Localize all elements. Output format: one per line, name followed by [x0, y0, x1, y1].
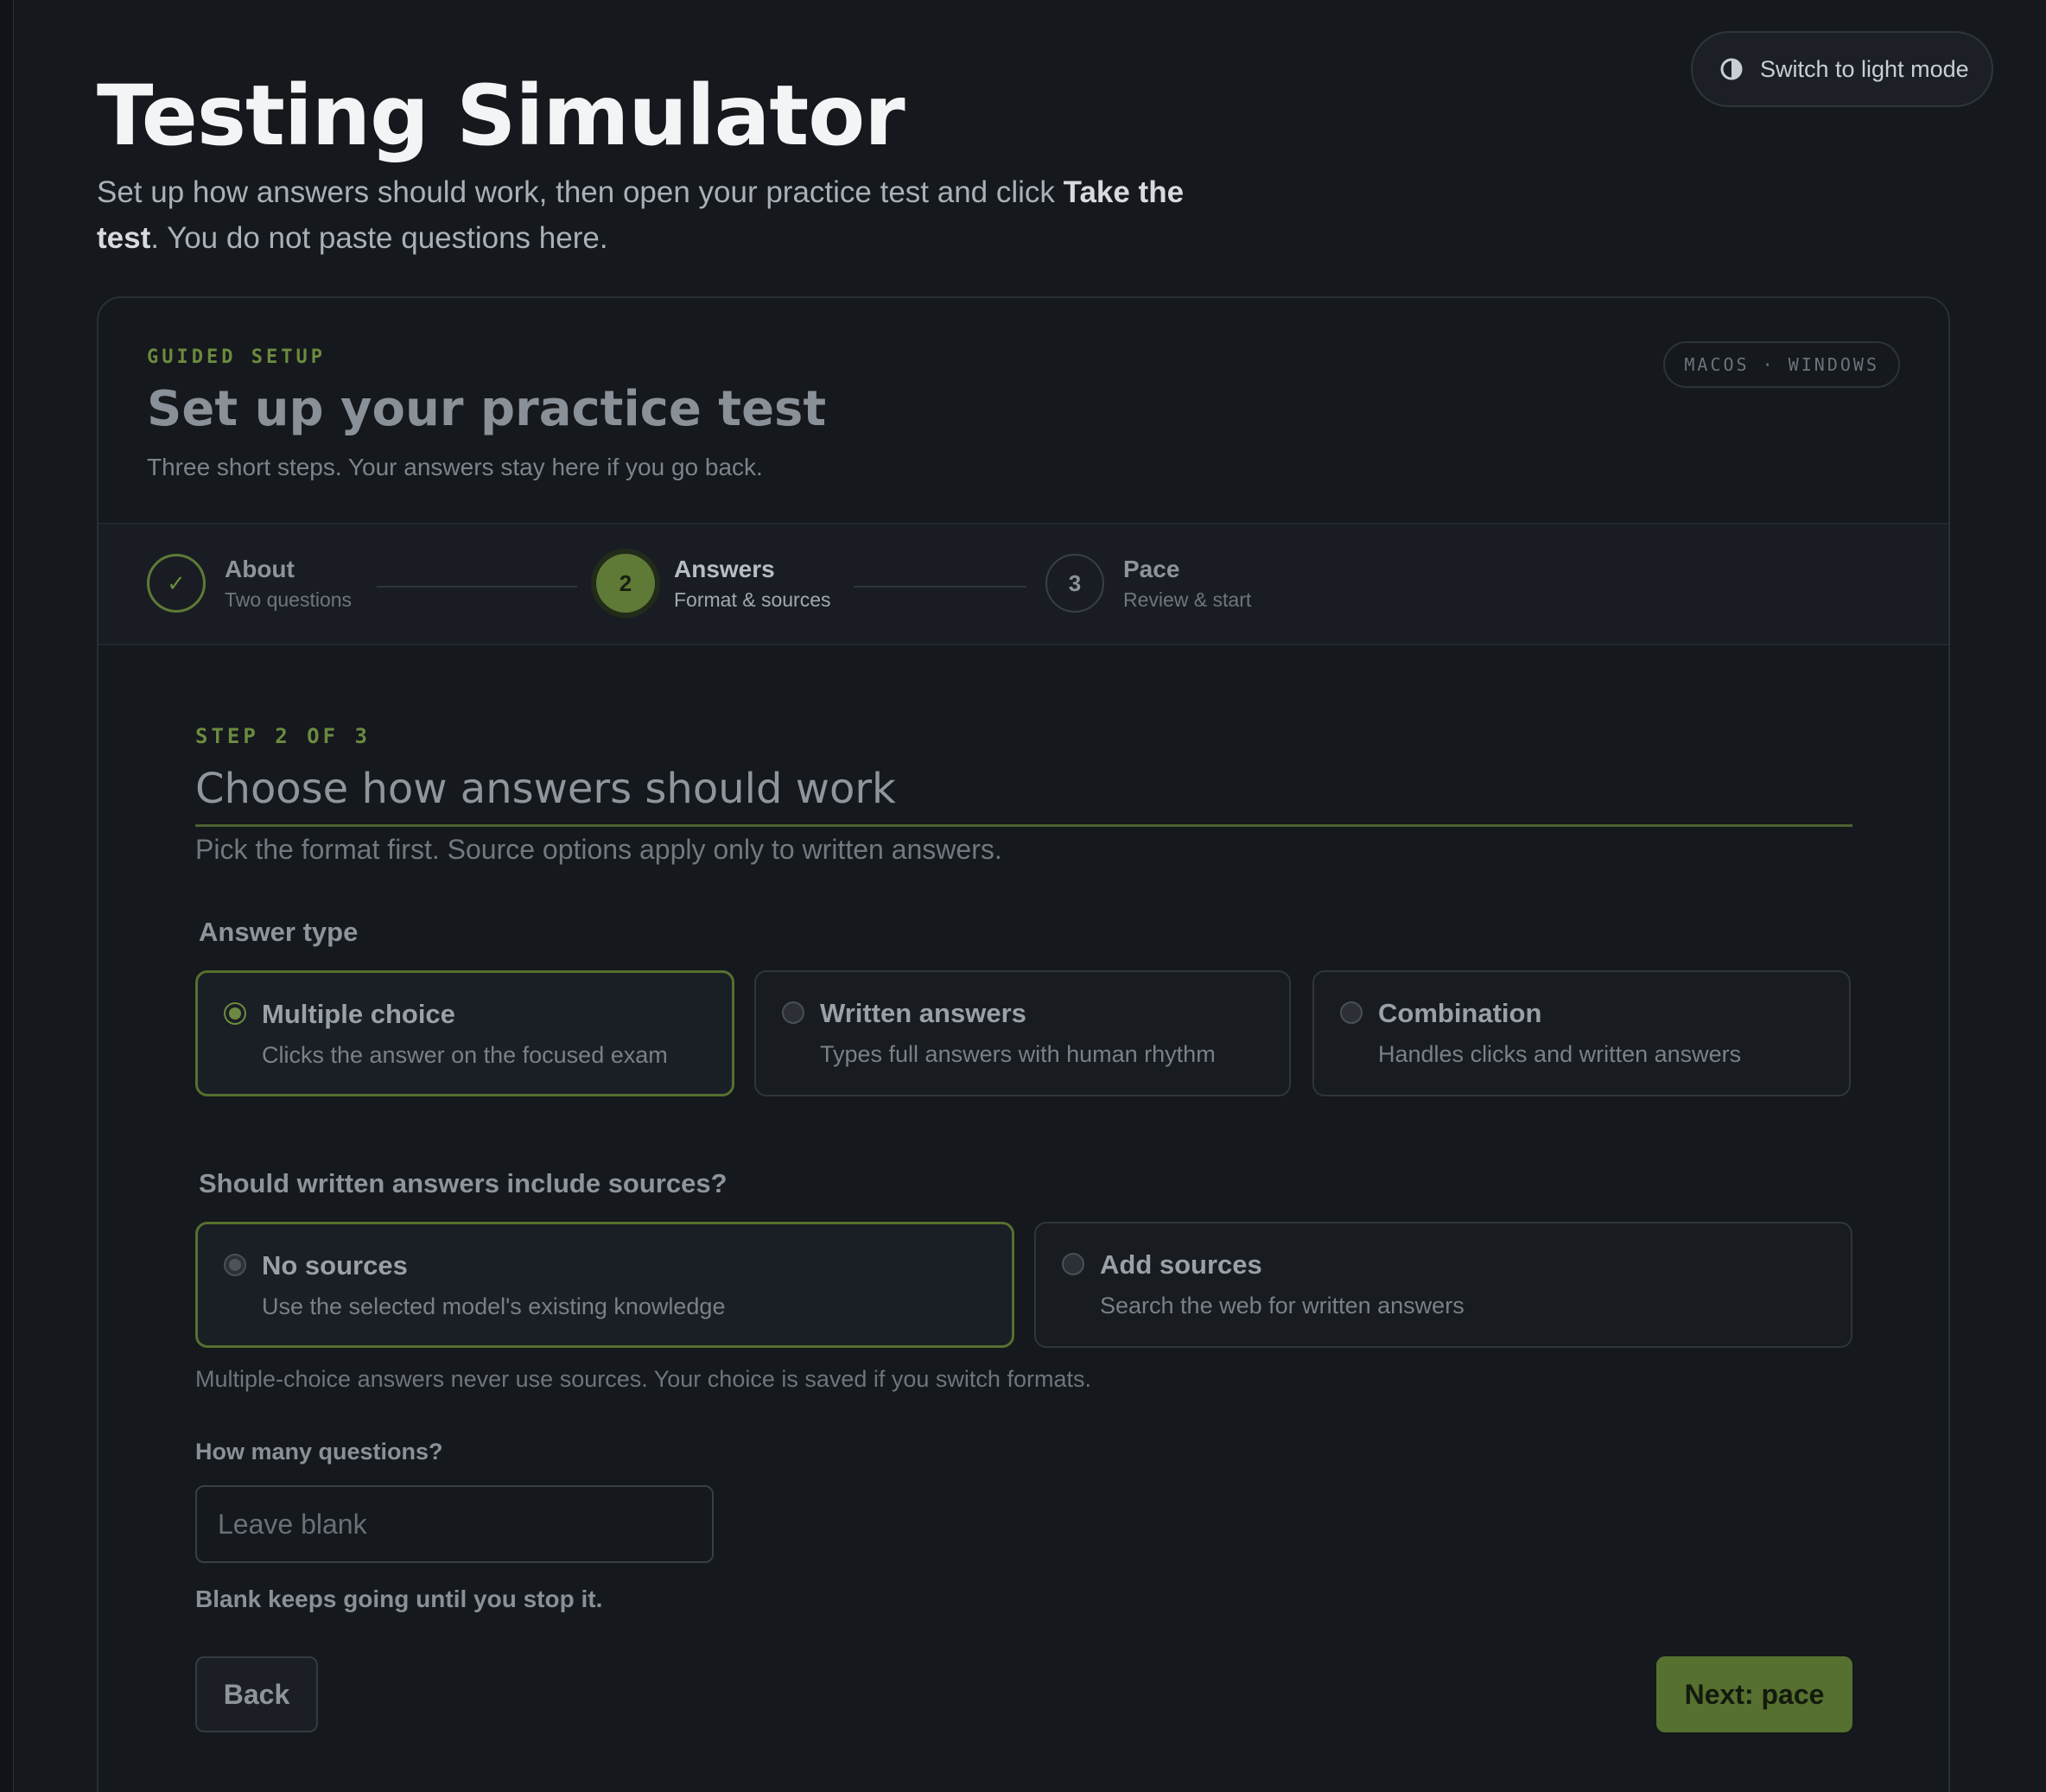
- radio-selected[interactable]: [224, 1254, 246, 1276]
- radio-unselected[interactable]: [782, 1001, 804, 1024]
- card-subtitle: Three short steps. Your answers stay her…: [147, 454, 763, 480]
- step-name: Answers: [674, 555, 775, 582]
- checkmark-icon: ✓: [147, 554, 206, 613]
- theme-toggle-label: Switch to light mode: [1760, 55, 1969, 82]
- option-title: Add sources: [1100, 1249, 1262, 1280]
- option-title: Combination: [1378, 998, 1542, 1028]
- step-desc: Format & sources: [674, 588, 831, 611]
- radio-selected[interactable]: [224, 1002, 246, 1025]
- sources-label: Should written answers include sources?: [199, 1168, 728, 1198]
- section-subtitle: Pick the format first. Source options ap…: [195, 834, 1002, 865]
- option-desc: Types full answers with human rhythm: [820, 1041, 1216, 1067]
- stepper: ✓ About Two questions 2 Answers Format &…: [98, 523, 1948, 645]
- step-desc: Review & start: [1123, 588, 1252, 611]
- option-desc: Clicks the answer on the focused exam: [262, 1042, 668, 1068]
- option-multiple-choice[interactable]: Multiple choice Clicks the answer on the…: [195, 970, 734, 1096]
- step-about[interactable]: ✓ About Two questions: [147, 554, 352, 613]
- step-connector: [854, 586, 1026, 588]
- step-answers[interactable]: 2 Answers Format & sources: [596, 554, 831, 613]
- step-name: Pace: [1123, 555, 1180, 582]
- step-number: 3: [1045, 554, 1104, 613]
- option-desc: Use the selected model's existing knowle…: [262, 1293, 726, 1319]
- window-edge: [0, 0, 14, 1792]
- step-pace[interactable]: 3 Pace Review & start: [1045, 554, 1251, 613]
- option-desc: Search the web for written answers: [1100, 1293, 1465, 1319]
- section-title: Choose how answers should work: [195, 765, 1852, 827]
- sources-note: Multiple-choice answers never use source…: [195, 1366, 1091, 1392]
- radio-unselected[interactable]: [1062, 1253, 1084, 1275]
- next-button[interactable]: Next: pace: [1656, 1656, 1852, 1732]
- questions-label: How many questions?: [195, 1439, 443, 1465]
- step-counter: STEP 2 OF 3: [195, 724, 371, 748]
- option-add-sources[interactable]: Add sources Search the web for written a…: [1034, 1222, 1852, 1348]
- option-combination[interactable]: Combination Handles clicks and written a…: [1312, 970, 1851, 1096]
- os-badge: MACOS · WINDOWS: [1663, 341, 1900, 388]
- setup-card: GUIDED SETUP Set up your practice test T…: [97, 296, 1950, 1792]
- intro-text: Set up how answers should work, then ope…: [97, 175, 1185, 255]
- option-title: Multiple choice: [262, 999, 455, 1029]
- step-connector: [377, 586, 577, 588]
- option-written-answers[interactable]: Written answers Types full answers with …: [754, 970, 1291, 1096]
- option-title: No sources: [262, 1250, 408, 1280]
- contrast-icon: [1720, 58, 1743, 80]
- back-button[interactable]: Back: [195, 1656, 318, 1732]
- answer-type-label: Answer type: [199, 917, 359, 947]
- option-desc: Handles clicks and written answers: [1378, 1041, 1742, 1067]
- step-desc: Two questions: [225, 588, 353, 611]
- question-count-input[interactable]: [195, 1485, 714, 1563]
- option-title: Written answers: [820, 998, 1026, 1028]
- theme-toggle-button[interactable]: Switch to light mode: [1691, 31, 1993, 107]
- option-no-sources[interactable]: No sources Use the selected model's exis…: [195, 1222, 1014, 1348]
- card-title: Set up your practice test: [147, 381, 827, 437]
- step-number: 2: [596, 554, 655, 613]
- card-eyebrow: GUIDED SETUP: [147, 346, 326, 368]
- questions-hint: Blank keeps going until you stop it.: [195, 1585, 603, 1612]
- step-name: About: [225, 555, 295, 582]
- page-title: Testing Simulator: [97, 67, 905, 164]
- radio-unselected[interactable]: [1340, 1001, 1363, 1024]
